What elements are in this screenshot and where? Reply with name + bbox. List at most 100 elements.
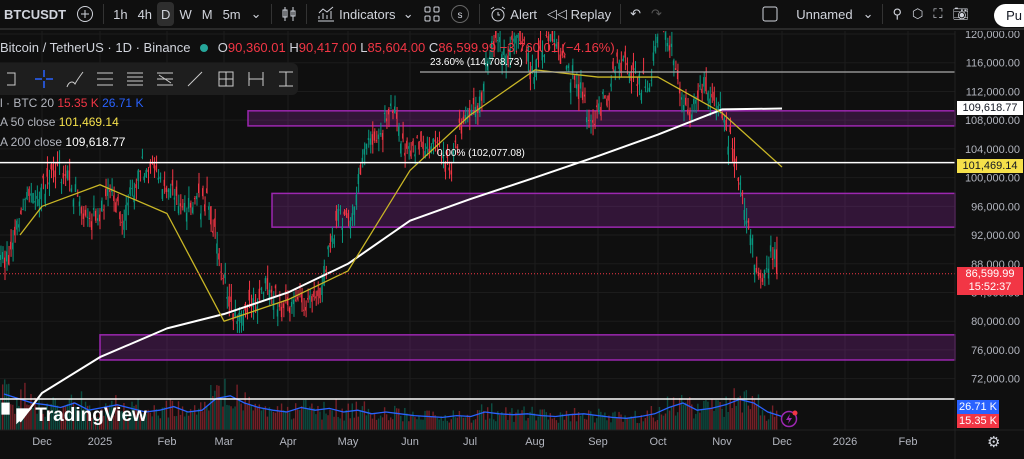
candle-body xyxy=(383,112,386,115)
date-range-icon[interactable] xyxy=(244,67,268,92)
volume-bar xyxy=(294,403,297,430)
volume-bar xyxy=(268,407,271,430)
interval-m[interactable]: M xyxy=(197,2,218,26)
volume-bar xyxy=(596,418,598,430)
volume-bar xyxy=(381,417,384,430)
volume-bar xyxy=(420,419,422,430)
candle-body xyxy=(191,207,194,213)
candle-body xyxy=(367,138,369,140)
trend-line-icon[interactable] xyxy=(183,67,207,92)
interval-5m[interactable]: 5m xyxy=(218,2,246,26)
volume-bar xyxy=(573,407,576,430)
undo-icon[interactable]: ↶ xyxy=(625,2,646,26)
position-box-icon[interactable] xyxy=(213,67,237,92)
chevron-down-icon[interactable]: ⌄ xyxy=(858,2,879,26)
candle-body xyxy=(193,198,196,200)
price-chart[interactable]: 120,000.00 116,000.00 112,000.00 108,000.00… xyxy=(0,31,1024,459)
chevron-down-icon[interactable]: ⌄ xyxy=(246,2,267,26)
settings-gear-icon[interactable]: ⬡ xyxy=(907,2,928,26)
volume-bar xyxy=(499,415,501,430)
replay-button[interactable]: ◁◁ Replay xyxy=(542,2,616,26)
candle-body xyxy=(157,178,159,180)
candle-body xyxy=(349,220,351,229)
interval-1h[interactable]: 1h xyxy=(108,2,132,26)
compare-add-icon[interactable] xyxy=(71,2,99,26)
candle-body xyxy=(76,195,78,197)
candle-body xyxy=(260,288,262,290)
volume-bar xyxy=(319,411,321,430)
indicators-button[interactable]: Indicators ⌄ xyxy=(311,2,419,26)
interval-d[interactable]: D xyxy=(157,2,175,26)
volume-bar xyxy=(193,405,196,430)
candle-body xyxy=(535,59,537,78)
symbol-title: Bitcoin / TetherUS · 1D · Binance xyxy=(0,40,191,55)
fullscreen-icon[interactable]: ⛶ xyxy=(928,2,947,26)
candle-body xyxy=(32,193,34,204)
volume-bar xyxy=(282,410,285,430)
volume-bar xyxy=(349,418,351,430)
volume-bar xyxy=(195,414,198,430)
candle-body xyxy=(723,118,725,123)
candle-body xyxy=(543,54,545,58)
candle-body xyxy=(753,264,755,275)
candle-body xyxy=(36,195,38,199)
axis-settings-icon[interactable]: ⚙ xyxy=(987,433,1000,451)
volume-bar xyxy=(276,406,279,430)
volume-bar xyxy=(151,416,153,430)
quick-search-icon[interactable]: ⚲ xyxy=(887,2,907,26)
candle-body xyxy=(751,238,753,245)
candle-body xyxy=(616,52,618,57)
volume-bar xyxy=(646,410,649,430)
candle-body xyxy=(44,193,46,204)
candle-body xyxy=(153,163,155,169)
lightning-alert-icon[interactable] xyxy=(780,408,800,428)
layout-checkbox-icon[interactable] xyxy=(757,2,783,26)
fib-retracement-icon[interactable] xyxy=(93,67,117,92)
volume-bar xyxy=(343,420,345,430)
publish-button[interactable]: Pu xyxy=(994,4,1024,27)
candle-body xyxy=(197,183,200,193)
volume-bar xyxy=(149,412,151,430)
volume-bar xyxy=(313,408,315,430)
candles-icon[interactable] xyxy=(276,2,302,26)
camera-icon[interactable]: 📷︎ xyxy=(947,2,974,26)
candle-body xyxy=(187,197,190,209)
parallel-lines-icon[interactable] xyxy=(123,67,147,92)
x-tick-label: 2026 xyxy=(832,436,858,448)
price-range-icon[interactable] xyxy=(274,67,298,92)
candle-body xyxy=(703,77,705,87)
templates-icon[interactable] xyxy=(419,2,445,26)
candle-body xyxy=(569,82,572,93)
brush-tool-icon[interactable] xyxy=(62,67,86,92)
fib-channel-icon[interactable] xyxy=(153,67,177,92)
candle-body xyxy=(297,296,299,300)
candle-body xyxy=(428,148,430,152)
candle-body xyxy=(579,82,582,89)
volume-bar xyxy=(218,385,220,430)
interval-w[interactable]: W xyxy=(174,2,196,26)
volume-bar xyxy=(476,410,479,430)
volume-bar xyxy=(153,405,155,430)
interval-4h[interactable]: 4h xyxy=(133,2,157,26)
symbol-search[interactable]: BTCUSDT xyxy=(0,2,71,26)
volume-bar xyxy=(763,415,766,430)
candle-body xyxy=(222,278,224,280)
rectangle-tool-icon[interactable] xyxy=(2,67,26,92)
volume-bar xyxy=(173,416,176,430)
volume-bar xyxy=(325,413,327,430)
candle-body xyxy=(559,54,561,64)
candle-body xyxy=(697,90,699,99)
crosshair-tool-icon[interactable] xyxy=(32,67,56,92)
volume-bar xyxy=(539,409,541,430)
alert-label: Alert xyxy=(510,6,538,22)
layout-name[interactable]: Unnamed xyxy=(791,2,857,26)
volume-bar xyxy=(456,417,459,430)
alert-button[interactable]: Alert xyxy=(484,2,542,26)
volume-bar xyxy=(426,410,428,430)
script-icon[interactable]: s xyxy=(445,2,475,26)
candle-body xyxy=(693,98,695,105)
candle-body xyxy=(169,188,171,198)
candle-body xyxy=(596,105,598,108)
divider xyxy=(478,4,480,24)
redo-icon[interactable]: ↷ xyxy=(646,2,667,26)
